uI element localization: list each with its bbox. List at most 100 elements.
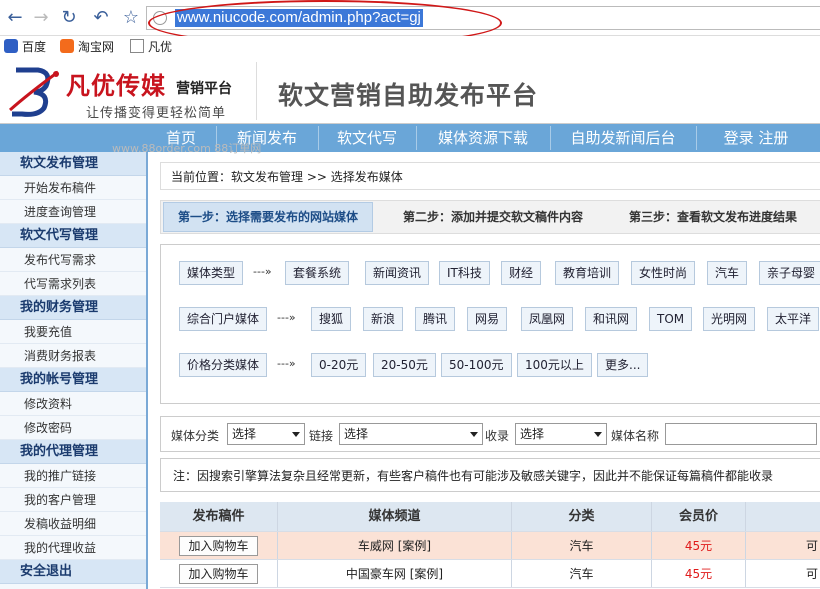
- cell-price: 45元: [652, 532, 746, 559]
- filter-tag[interactable]: TOM: [649, 307, 693, 331]
- globe-icon: [153, 11, 167, 25]
- step-1[interactable]: 第一步：选择需要发布的网站媒体: [163, 202, 374, 232]
- add-to-cart-button[interactable]: 加入购物车: [179, 536, 258, 556]
- search-row: 媒体分类 选择 链接 选择 收录 选择 媒体名称: [160, 416, 820, 452]
- undo-icon[interactable]: ↶: [90, 7, 112, 29]
- step-3[interactable]: 第三步：查看软文发布进度结果: [629, 201, 797, 233]
- nav-self-publish[interactable]: 自助发新闻后台: [554, 124, 692, 152]
- step-bar: 第一步：选择需要发布的网站媒体 第二步：添加并提交软文稿件内容 第三步：查看软文…: [160, 200, 820, 234]
- sidebar-group-account[interactable]: 我的帐号管理: [0, 368, 146, 392]
- filter-tag[interactable]: 新浪: [363, 307, 404, 331]
- filter-tag[interactable]: 20-50元: [373, 353, 436, 377]
- col-extra: [746, 502, 820, 531]
- arrow: ---»: [253, 265, 272, 278]
- sidebar-item-earnings-detail[interactable]: 发稿收益明细: [0, 512, 146, 536]
- chevron-down-icon: [292, 432, 300, 437]
- sidebar-group-agent[interactable]: 我的代理管理: [0, 440, 146, 464]
- baidu-icon: [4, 39, 18, 53]
- filter-label-portals[interactable]: 综合门户媒体: [179, 307, 268, 331]
- index-select-value: 选择: [520, 427, 545, 441]
- table-row: 加入购物车 车威网 [案例] 汽车 45元 可: [160, 532, 820, 560]
- media-name-label: 媒体名称: [611, 429, 660, 443]
- sidebar-item-start-publish[interactable]: 开始发布稿件: [0, 176, 146, 200]
- filter-label-price[interactable]: 价格分类媒体: [179, 353, 268, 377]
- filter-tag[interactable]: 100元以上: [517, 353, 592, 377]
- sidebar-item-progress[interactable]: 进度查询管理: [0, 200, 146, 224]
- media-name-input[interactable]: [665, 423, 817, 445]
- cell-category: 汽车: [512, 532, 652, 559]
- filter-tag[interactable]: 教育培训: [555, 261, 620, 285]
- taobao-icon: [60, 39, 74, 53]
- cell-channel[interactable]: 中国豪车网 [案例]: [278, 560, 512, 587]
- filter-tag[interactable]: 凤凰网: [521, 307, 574, 331]
- sidebar-item-promo-link[interactable]: 我的推广链接: [0, 464, 146, 488]
- cell-action: 加入购物车: [160, 532, 278, 559]
- page-title: 软文营销自助发布平台: [278, 81, 539, 110]
- sidebar-item-post-request[interactable]: 发布代写需求: [0, 248, 146, 272]
- cell-channel[interactable]: 车威网 [案例]: [278, 532, 512, 559]
- nav-ghostwriting[interactable]: 软文代写: [322, 124, 412, 152]
- cell-price: 45元: [652, 560, 746, 587]
- bookmark-fanyou[interactable]: 凡优: [130, 39, 172, 55]
- sidebar-group-ghostwriting[interactable]: 软文代写管理: [0, 224, 146, 248]
- bookmark-baidu[interactable]: 百度: [4, 39, 46, 55]
- logo-slogan: 让传播变得更轻松简单: [86, 106, 227, 121]
- sidebar-group-publish[interactable]: 软文发布管理: [0, 152, 146, 176]
- filter-tag[interactable]: 女性时尚: [631, 261, 696, 285]
- bookmark-taobao[interactable]: 淘宝网: [60, 39, 114, 55]
- nav-media-download[interactable]: 媒体资源下载: [420, 124, 546, 152]
- filter-label-media-type[interactable]: 媒体类型: [179, 261, 244, 285]
- sidebar-item-agent-earnings[interactable]: 我的代理收益: [0, 536, 146, 560]
- filter-tag[interactable]: 网易: [467, 307, 508, 331]
- sidebar-logout[interactable]: 安全退出: [0, 560, 146, 584]
- sidebar-item-request-list[interactable]: 代写需求列表: [0, 272, 146, 296]
- address-bar[interactable]: www.niucode.com/admin.php?act=gj: [146, 6, 820, 30]
- reload-icon[interactable]: ↻: [58, 7, 80, 29]
- step-2[interactable]: 第二步：添加并提交软文稿件内容: [403, 201, 583, 233]
- notice-text: 注：因搜索引擎算法复杂且经常更新，有些客户稿件也有可能涉及敏感关键字，因此并不能…: [160, 458, 820, 492]
- filter-tag[interactable]: 亲子母婴: [759, 261, 820, 285]
- page-icon: [130, 39, 144, 53]
- filter-tag[interactable]: IT科技: [439, 261, 490, 285]
- sidebar-item-finance-report[interactable]: 消费财务报表: [0, 344, 146, 368]
- arrow: ---»: [277, 357, 296, 370]
- sidebar: 软文发布管理 开始发布稿件 进度查询管理 软文代写管理 发布代写需求 代写需求列…: [0, 152, 148, 589]
- back-icon[interactable]: ←: [4, 7, 26, 29]
- filter-tag[interactable]: 和讯网: [585, 307, 638, 331]
- cell-extra: 可: [805, 567, 818, 581]
- filter-tag-more[interactable]: 更多...: [597, 353, 649, 377]
- url-text[interactable]: www.niucode.com/admin.php?act=gj: [175, 9, 423, 27]
- filter-tag[interactable]: 搜狐: [311, 307, 352, 331]
- filter-tag[interactable]: 腾讯: [415, 307, 456, 331]
- filter-tag[interactable]: 新闻资讯: [365, 261, 430, 285]
- filter-tag[interactable]: 汽车: [707, 261, 748, 285]
- col-publish: 发布稿件: [160, 502, 278, 531]
- category-label: 媒体分类: [171, 429, 220, 443]
- logo-icon: [9, 67, 59, 117]
- nav-login-register[interactable]: 登录 注册: [700, 124, 812, 152]
- category-select-value: 选择: [232, 427, 257, 441]
- nav-separator: [416, 126, 417, 150]
- table-row: 加入购物车 中国豪车网 [案例] 汽车 45元 可: [160, 560, 820, 588]
- filter-tag[interactable]: 财经: [501, 261, 542, 285]
- star-icon[interactable]: ☆: [120, 7, 142, 29]
- link-select[interactable]: 选择: [339, 423, 483, 445]
- sidebar-item-edit-profile[interactable]: 修改资料: [0, 392, 146, 416]
- sidebar-group-finance[interactable]: 我的财务管理: [0, 296, 146, 320]
- sidebar-item-change-password[interactable]: 修改密码: [0, 416, 146, 440]
- forward-icon[interactable]: →: [30, 7, 52, 29]
- media-filter-panel: 媒体类型 ---» 套餐系统 新闻资讯 IT科技 财经 教育培训 女性时尚 汽车…: [160, 244, 820, 404]
- col-channel: 媒体频道: [278, 502, 512, 531]
- filter-tag[interactable]: 太平洋: [767, 307, 820, 331]
- sidebar-item-clients[interactable]: 我的客户管理: [0, 488, 146, 512]
- filter-tag[interactable]: 光明网: [703, 307, 756, 331]
- add-to-cart-button[interactable]: 加入购物车: [179, 564, 258, 584]
- category-select[interactable]: 选择: [227, 423, 305, 445]
- logo-subtitle: 营销平台: [176, 81, 232, 97]
- index-select[interactable]: 选择: [515, 423, 607, 445]
- filter-tag[interactable]: 50-100元: [441, 353, 512, 377]
- sidebar-item-recharge[interactable]: 我要充值: [0, 320, 146, 344]
- filter-tag[interactable]: 0-20元: [311, 353, 367, 377]
- table-header: 发布稿件 媒体频道 分类 会员价: [160, 502, 820, 532]
- filter-tag[interactable]: 套餐系统: [285, 261, 350, 285]
